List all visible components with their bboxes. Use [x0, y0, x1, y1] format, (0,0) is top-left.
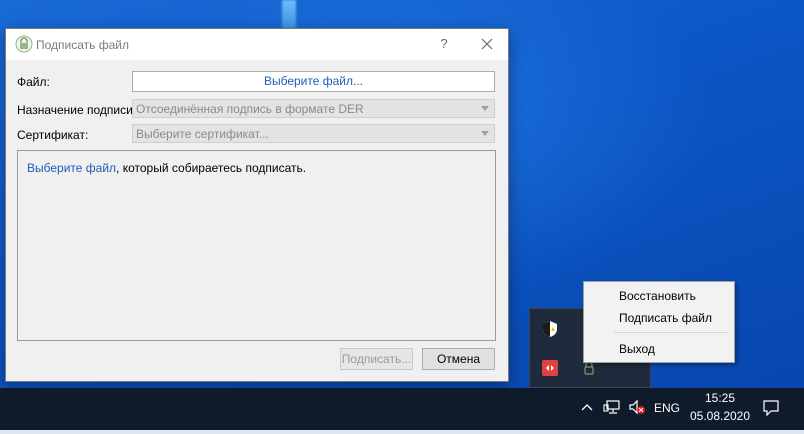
sign-file-dialog: Подписать файл ? Файл: Выберите файл... … [5, 28, 509, 382]
volume-muted-icon[interactable] [628, 399, 646, 418]
chevron-down-icon [481, 131, 489, 136]
info-text-rest: , который собираетесь подписать. [116, 161, 307, 175]
sign-button[interactable]: Подписать... [340, 348, 413, 370]
cancel-button[interactable]: Отмена [422, 348, 495, 370]
bottom-strip [0, 430, 804, 434]
info-text: Выберите файл, который собираетесь подпи… [27, 161, 306, 175]
file-label: Файл: [17, 75, 50, 89]
dialog-title: Подписать файл [36, 38, 129, 52]
menu-item-sign-file[interactable]: Подписать файл [585, 308, 733, 328]
close-icon [481, 38, 493, 50]
purpose-select-value: Отсоединённая подпись в формате DER [136, 102, 364, 116]
close-button[interactable] [472, 33, 502, 55]
taskbar: ENG 15:25 05.08.2020 [0, 388, 804, 430]
certificate-select[interactable]: Выберите сертификат... [132, 124, 495, 143]
menu-item-restore[interactable]: Восстановить [585, 286, 733, 306]
app-lock-icon [15, 35, 33, 53]
network-icon[interactable] [603, 399, 621, 418]
clock-date[interactable]: 05.08.2020 [688, 409, 752, 423]
purpose-select[interactable]: Отсоединённая подпись в формате DER [132, 99, 495, 118]
menu-item-exit[interactable]: Выход [585, 339, 733, 359]
certificate-select-value: Выберите сертификат... [136, 127, 269, 141]
menu-separator [614, 332, 728, 333]
chevron-down-icon [481, 106, 489, 111]
show-hidden-icons-chevron-up-icon[interactable] [580, 400, 594, 417]
info-panel: Выберите файл, который собираетесь подпи… [17, 150, 496, 341]
help-button[interactable]: ? [432, 33, 456, 55]
choose-file-link[interactable]: Выберите файл [27, 161, 116, 175]
action-center-icon[interactable] [762, 399, 780, 420]
security-shield-icon[interactable] [541, 320, 559, 338]
language-indicator[interactable]: ENG [654, 401, 680, 415]
dialog-titlebar[interactable]: Подписать файл ? [6, 29, 508, 60]
red-app-icon[interactable] [541, 359, 559, 377]
choose-file-button[interactable]: Выберите файл... [132, 71, 495, 92]
certificate-label: Сертификат: [17, 128, 89, 142]
clock-time[interactable]: 15:25 [692, 391, 748, 405]
tray-context-menu: Восстановить Подписать файл Выход [583, 281, 735, 363]
purpose-label: Назначение подписи: [17, 103, 137, 117]
